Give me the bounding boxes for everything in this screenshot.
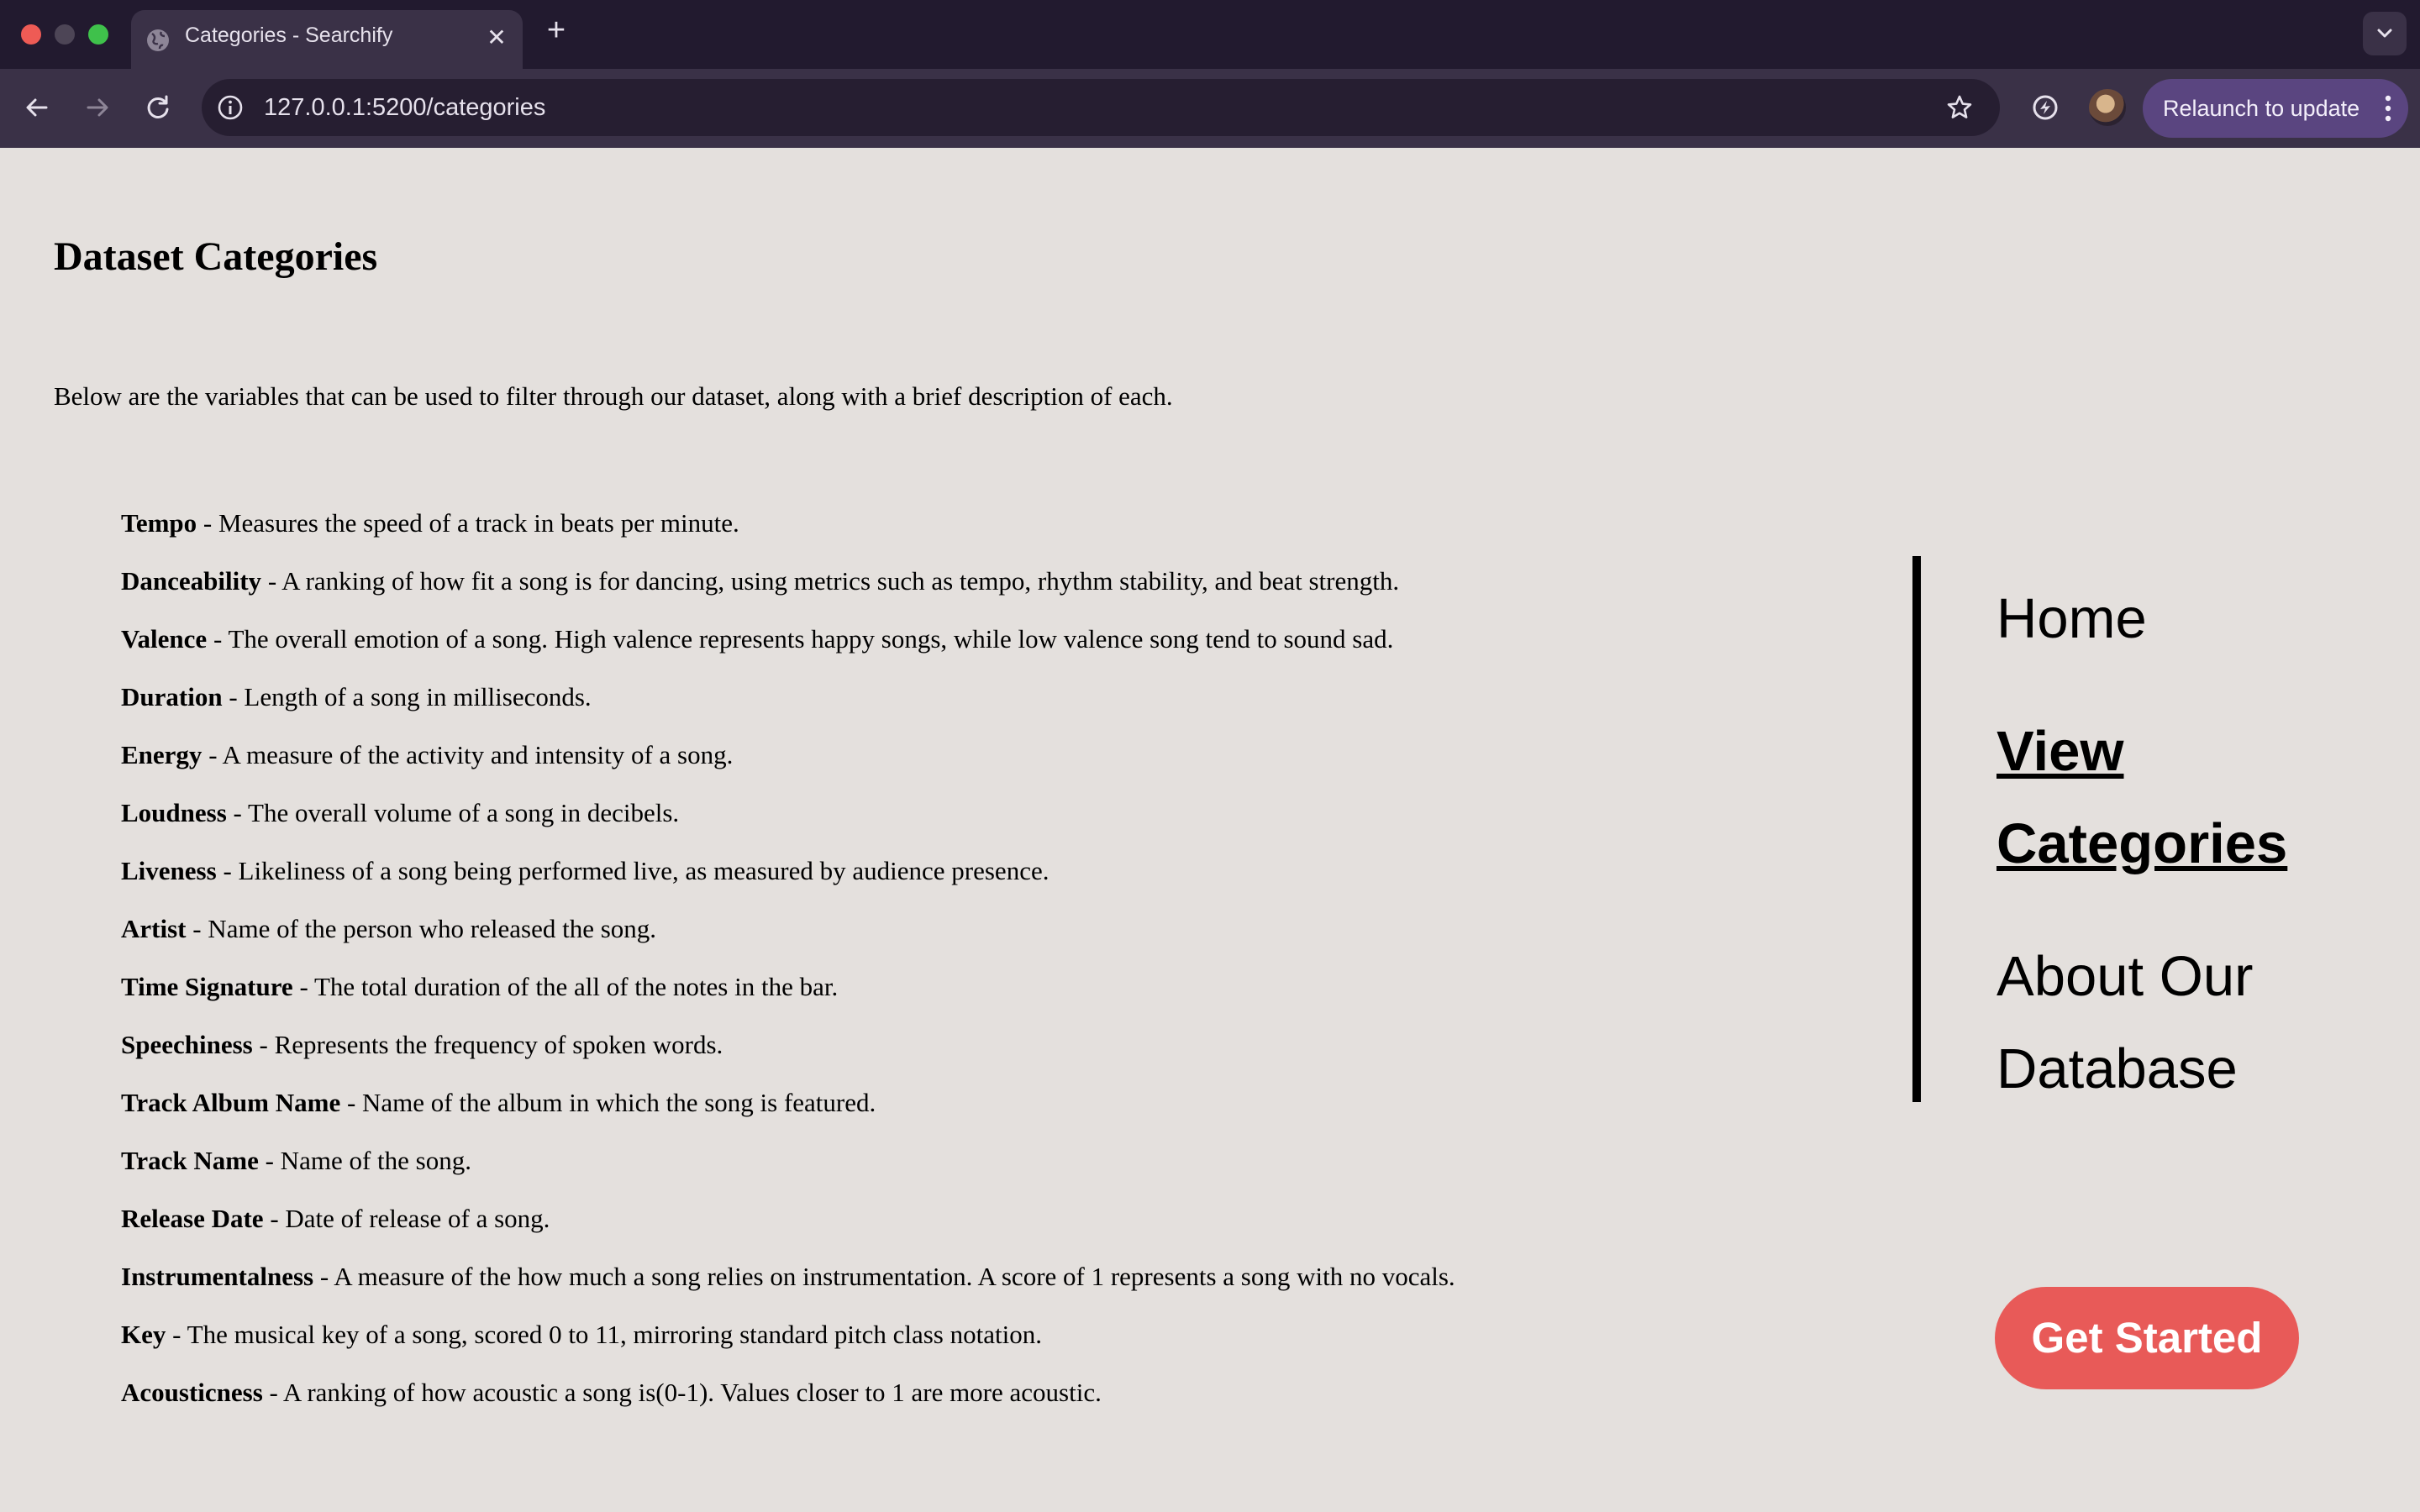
category-name: Speechiness <box>121 1030 253 1059</box>
tab-search-button[interactable] <box>2363 12 2407 55</box>
category-description: - Length of a song in milliseconds. <box>222 682 592 711</box>
category-description: - The total duration of the all of the n… <box>292 972 839 1001</box>
list-item: Track Name - Name of the song. <box>121 1138 1455 1196</box>
close-window-button[interactable] <box>21 24 41 45</box>
category-description: - Name of the song. <box>258 1146 471 1175</box>
category-description: - A ranking of how acoustic a song is(0-… <box>262 1378 1102 1407</box>
list-item: Liveness - Likeliness of a song being pe… <box>121 848 1455 906</box>
nav-link-about-database[interactable]: Database <box>1996 1023 2238 1116</box>
list-item: Instrumentalness - A measure of the how … <box>121 1254 1455 1312</box>
category-description: - Represents the frequency of spoken wor… <box>252 1030 723 1059</box>
maximize-window-button[interactable] <box>88 24 108 45</box>
list-item: Release Date - Date of release of a song… <box>121 1196 1455 1254</box>
category-name: Track Name <box>121 1146 259 1175</box>
close-icon[interactable]: ✕ <box>482 24 511 52</box>
category-name: Release Date <box>121 1204 264 1233</box>
category-description: - The musical key of a song, scored 0 to… <box>166 1320 1042 1349</box>
star-icon[interactable] <box>1944 92 1975 123</box>
category-name: Valence <box>121 624 208 654</box>
category-description: - The overall emotion of a song. High va… <box>207 624 1394 654</box>
nav-link-home[interactable]: Home <box>1996 573 2147 665</box>
category-description: - A measure of the activity and intensit… <box>202 740 734 769</box>
category-name: Energy <box>121 740 203 769</box>
list-item: Speechiness - Represents the frequency o… <box>121 1022 1455 1080</box>
category-name: Instrumentalness <box>121 1262 314 1291</box>
relaunch-label: Relaunch to update <box>2163 96 2360 121</box>
nav-link-about-database[interactable]: About Our <box>1996 931 2253 1023</box>
nav-link-view-categories[interactable]: Categories <box>1996 798 2287 890</box>
category-name: Duration <box>121 682 223 711</box>
category-description: - Name of the album in which the song is… <box>340 1088 876 1117</box>
get-started-button[interactable]: Get Started <box>1995 1287 2299 1389</box>
minimize-window-button[interactable] <box>55 24 75 45</box>
more-vert-icon[interactable] <box>2385 94 2391 123</box>
extension-icon[interactable] <box>2028 91 2062 124</box>
page-title: Dataset Categories <box>54 234 378 279</box>
browser-toolbar: 127.0.0.1:5200/categories Relaunch to up… <box>0 69 2420 148</box>
forward-arrow-icon[interactable] <box>81 91 114 124</box>
category-name: Acousticness <box>121 1378 263 1407</box>
relaunch-button[interactable]: Relaunch to update <box>2143 79 2408 138</box>
list-item: Artist - Name of the person who released… <box>121 906 1455 964</box>
address-bar[interactable]: 127.0.0.1:5200/categories <box>202 79 2000 136</box>
list-item: Danceability - A ranking of how fit a so… <box>121 559 1455 617</box>
category-name: Danceability <box>121 566 262 596</box>
category-description: - Likeliness of a song being performed l… <box>216 856 1050 885</box>
category-list: Tempo - Measures the speed of a track in… <box>121 501 1455 1428</box>
list-item: Time Signature - The total duration of t… <box>121 964 1455 1022</box>
list-item: Tempo - Measures the speed of a track in… <box>121 501 1455 559</box>
list-item: Key - The musical key of a song, scored … <box>121 1312 1455 1370</box>
avatar[interactable] <box>2089 89 2126 126</box>
category-description: - Date of release of a song. <box>263 1204 550 1233</box>
category-description: - The overall volume of a song in decibe… <box>226 798 680 827</box>
browser-tab-bar: Categories - Searchify ✕ + <box>0 0 2420 69</box>
list-item: Valence - The overall emotion of a song.… <box>121 617 1455 675</box>
list-item: Track Album Name - Name of the album in … <box>121 1080 1455 1138</box>
list-item: Loudness - The overall volume of a song … <box>121 790 1455 848</box>
url-text[interactable]: 127.0.0.1:5200/categories <box>264 94 545 122</box>
category-description: - Measures the speed of a track in beats… <box>197 508 739 538</box>
category-name: Track Album Name <box>121 1088 341 1117</box>
list-item: Energy - A measure of the activity and i… <box>121 732 1455 790</box>
nav-link-view-categories[interactable]: View <box>1996 706 2123 798</box>
tab-title: Categories - Searchify <box>185 24 393 47</box>
category-name: Key <box>121 1320 166 1349</box>
plus-icon[interactable]: + <box>539 13 573 47</box>
category-name: Time Signature <box>121 972 293 1001</box>
category-description: - A ranking of how fit a song is for dan… <box>261 566 1400 596</box>
chevron-down-icon <box>2377 29 2392 38</box>
browser-tab[interactable]: Categories - Searchify ✕ <box>131 10 523 69</box>
side-nav: Home View Categories About Our Database <box>1912 556 2341 1102</box>
intro-text: Below are the variables that can be used… <box>54 381 1173 411</box>
category-name: Artist <box>121 914 187 943</box>
reload-icon[interactable] <box>141 91 175 124</box>
category-description: - A measure of the how much a song relie… <box>313 1262 1455 1291</box>
category-name: Loudness <box>121 798 227 827</box>
site-info-icon[interactable] <box>215 92 245 123</box>
category-name: Tempo <box>121 508 197 538</box>
category-description: - Name of the person who released the so… <box>186 914 657 943</box>
globe-icon <box>147 29 169 51</box>
list-item: Acousticness - A ranking of how acoustic… <box>121 1370 1455 1428</box>
back-arrow-icon[interactable] <box>20 91 54 124</box>
list-item: Duration - Length of a song in milliseco… <box>121 675 1455 732</box>
category-name: Liveness <box>121 856 217 885</box>
